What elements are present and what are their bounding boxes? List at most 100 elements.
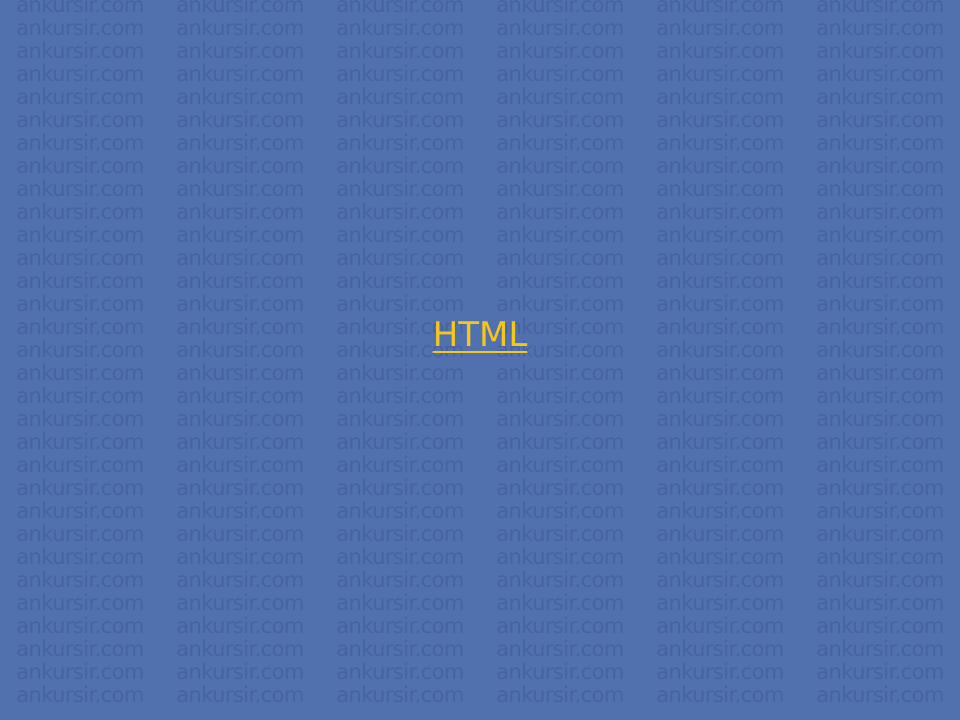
watermark-text: ankursir.com <box>496 154 624 178</box>
watermark-text: ankursir.com <box>496 568 624 592</box>
watermark-text: ankursir.com <box>16 85 144 109</box>
watermark-text: ankursir.com <box>336 177 464 201</box>
watermark-text: ankursir.com <box>656 154 784 178</box>
watermark-text: ankursir.com <box>336 545 464 569</box>
watermark-text: ankursir.com <box>16 476 144 500</box>
watermark-text: ankursir.com <box>176 200 304 224</box>
watermark-text: ankursir.com <box>16 108 144 132</box>
watermark-text: ankursir.com <box>176 683 304 707</box>
watermark-text: ankursir.com <box>336 660 464 684</box>
watermark-text: ankursir.com <box>656 499 784 523</box>
watermark-text: ankursir.com <box>496 85 624 109</box>
watermark-text: ankursir.com <box>816 430 944 454</box>
watermark-text: ankursir.com <box>656 476 784 500</box>
watermark-text: ankursir.com <box>16 269 144 293</box>
watermark-text: ankursir.com <box>16 223 144 247</box>
watermark-text: ankursir.com <box>176 384 304 408</box>
watermark-row: ankursir.com ankursir.com ankursir.com anku… <box>0 247 960 270</box>
watermark-text: ankursir.com <box>496 0 624 17</box>
watermark-text: ankursir.com <box>176 545 304 569</box>
watermark-text: ankursir.com <box>176 614 304 638</box>
watermark-text: ankursir.com <box>496 683 624 707</box>
watermark-text: ankursir.com <box>336 246 464 270</box>
watermark-row: ankursir.com ankursir.com ankursir.com anku… <box>0 569 960 592</box>
watermark-row: ankursir.com ankursir.com ankursir.com anku… <box>0 270 960 293</box>
watermark-text: ankursir.com <box>656 384 784 408</box>
watermark-text: ankursir.com <box>176 568 304 592</box>
watermark-text: ankursir.com <box>656 568 784 592</box>
watermark-text: ankursir.com <box>16 637 144 661</box>
watermark-text: ankursir.com <box>176 591 304 615</box>
watermark-text: ankursir.com <box>16 62 144 86</box>
watermark-row: ankursir.com ankursir.com ankursir.com anku… <box>0 408 960 431</box>
watermark-text: ankursir.com <box>496 453 624 477</box>
watermark-text: ankursir.com <box>656 108 784 132</box>
watermark-text: ankursir.com <box>16 683 144 707</box>
watermark-text: ankursir.com <box>816 545 944 569</box>
watermark-row: ankursir.com ankursir.com ankursir.com anku… <box>0 40 960 63</box>
watermark-text: ankursir.com <box>496 223 624 247</box>
watermark-text: ankursir.com <box>16 545 144 569</box>
watermark-text: ankursir.com <box>176 39 304 63</box>
watermark-text: ankursir.com <box>176 499 304 523</box>
watermark-text: ankursir.com <box>336 223 464 247</box>
watermark-text: ankursir.com <box>816 591 944 615</box>
watermark-text: ankursir.com <box>656 591 784 615</box>
watermark-row: ankursir.com ankursir.com ankursir.com anku… <box>0 201 960 224</box>
watermark-text: ankursir.com <box>496 131 624 155</box>
watermark-text: ankursir.com <box>496 637 624 661</box>
watermark-text: ankursir.com <box>496 16 624 40</box>
watermark-row: ankursir.com ankursir.com ankursir.com anku… <box>0 178 960 201</box>
watermark-text: ankursir.com <box>176 361 304 385</box>
watermark-text: ankursir.com <box>336 476 464 500</box>
watermark-text: ankursir.com <box>496 522 624 546</box>
watermark-row: ankursir.com ankursir.com ankursir.com anku… <box>0 132 960 155</box>
watermark-text: ankursir.com <box>16 614 144 638</box>
watermark-text: ankursir.com <box>176 269 304 293</box>
watermark-text: ankursir.com <box>16 154 144 178</box>
watermark-row: ankursir.com ankursir.com ankursir.com anku… <box>0 546 960 569</box>
watermark-text: ankursir.com <box>496 499 624 523</box>
watermark-text: ankursir.com <box>336 269 464 293</box>
watermark-row: ankursir.com ankursir.com ankursir.com anku… <box>0 500 960 523</box>
watermark-row: ankursir.com ankursir.com ankursir.com anku… <box>0 661 960 684</box>
watermark-text: ankursir.com <box>16 453 144 477</box>
watermark-text: ankursir.com <box>816 499 944 523</box>
watermark-text: ankursir.com <box>496 407 624 431</box>
watermark-text: ankursir.com <box>336 430 464 454</box>
watermark-text: ankursir.com <box>496 108 624 132</box>
watermark-text: ankursir.com <box>16 200 144 224</box>
watermark-text: ankursir.com <box>16 246 144 270</box>
watermark-text: ankursir.com <box>336 39 464 63</box>
watermark-text: ankursir.com <box>656 223 784 247</box>
watermark-text: ankursir.com <box>176 476 304 500</box>
watermark-row: ankursir.com ankursir.com ankursir.com anku… <box>0 477 960 500</box>
watermark-text: ankursir.com <box>816 522 944 546</box>
watermark-text: ankursir.com <box>16 39 144 63</box>
watermark-text: ankursir.com <box>176 246 304 270</box>
watermark-text: ankursir.com <box>816 246 944 270</box>
watermark-row: ankursir.com ankursir.com ankursir.com anku… <box>0 684 960 707</box>
watermark-text: ankursir.com <box>336 453 464 477</box>
watermark-row: ankursir.com ankursir.com ankursir.com anku… <box>0 224 960 247</box>
watermark-row: ankursir.com ankursir.com ankursir.com anku… <box>0 592 960 615</box>
watermark-text: ankursir.com <box>176 223 304 247</box>
watermark-text: ankursir.com <box>656 453 784 477</box>
watermark-text: ankursir.com <box>496 614 624 638</box>
watermark-text: ankursir.com <box>496 200 624 224</box>
watermark-text: ankursir.com <box>656 177 784 201</box>
watermark-text: ankursir.com <box>816 200 944 224</box>
watermark-text: ankursir.com <box>496 39 624 63</box>
watermark-text: ankursir.com <box>336 637 464 661</box>
watermark-row: ankursir.com ankursir.com ankursir.com anku… <box>0 362 960 385</box>
watermark-text: ankursir.com <box>656 522 784 546</box>
watermark-text: ankursir.com <box>176 85 304 109</box>
html-link[interactable]: HTML <box>0 310 960 360</box>
watermark-text: ankursir.com <box>16 407 144 431</box>
watermark-row: ankursir.com ankursir.com ankursir.com anku… <box>0 17 960 40</box>
watermark-text: ankursir.com <box>496 246 624 270</box>
watermark-text: ankursir.com <box>336 683 464 707</box>
watermark-text: ankursir.com <box>816 177 944 201</box>
watermark-text: ankursir.com <box>496 430 624 454</box>
watermark-text: ankursir.com <box>16 430 144 454</box>
